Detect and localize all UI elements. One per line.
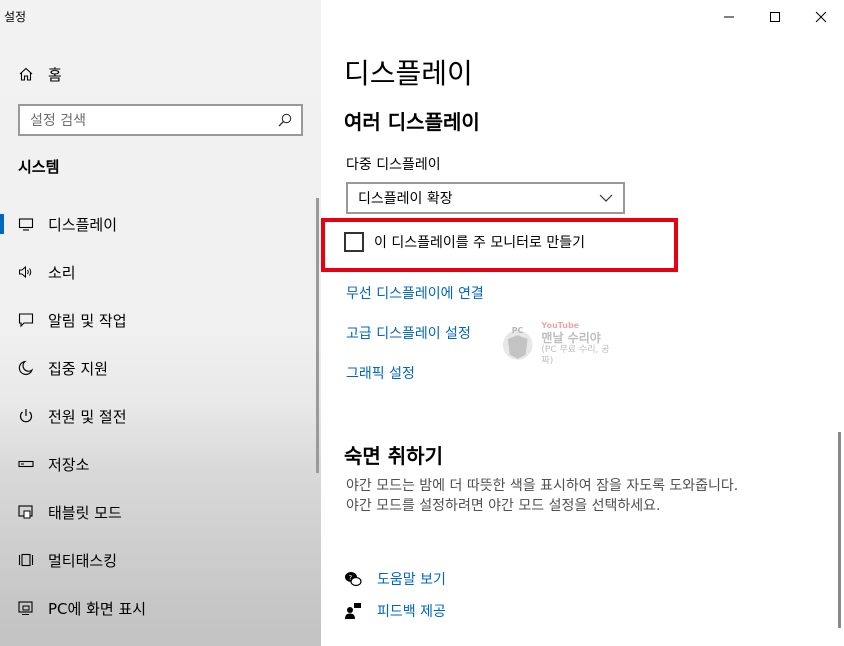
chevron-down-icon xyxy=(599,193,613,203)
maximize-icon xyxy=(770,12,780,22)
window-controls xyxy=(706,0,844,34)
sidebar-item-storage[interactable]: 저장소 xyxy=(0,444,321,484)
sidebar-item-label: 디스플레이 xyxy=(48,215,118,234)
sidebar-item-label: 태블릿 모드 xyxy=(48,503,122,522)
search-placeholder: 설정 검색 xyxy=(30,113,86,129)
monitor-icon xyxy=(18,216,34,232)
sleep-description: 야간 모드는 밤에 더 따뜻한 색을 표시하여 잠을 자도록 도와줍니다. 야간… xyxy=(346,476,826,516)
app-title: 설정 xyxy=(4,10,27,24)
close-icon xyxy=(815,11,827,23)
sidebar-item-label: 알림 및 작업 xyxy=(48,311,127,330)
main-display-checkbox-row[interactable]: 이 디스플레이를 주 모니터로 만들기 xyxy=(344,231,585,253)
notification-icon xyxy=(18,312,34,328)
sidebar-item-tablet-mode[interactable]: 태블릿 모드 xyxy=(0,492,321,532)
sidebar-item-project[interactable]: PC에 화면 표시 xyxy=(0,588,321,628)
sleep-heading: 숙면 취하기 xyxy=(344,444,443,468)
home-label: 홈 xyxy=(48,65,62,84)
advanced-display-link[interactable]: 고급 디스플레이 설정 xyxy=(346,323,471,343)
tablet-icon xyxy=(18,504,34,520)
watermark-name: 맨날 수리야 xyxy=(541,330,601,345)
sidebar-item-sound[interactable]: 소리 xyxy=(0,252,321,292)
main-display-checkbox[interactable] xyxy=(344,232,364,252)
svg-text:?: ? xyxy=(349,574,353,582)
minimize-icon xyxy=(724,16,734,18)
close-button[interactable] xyxy=(798,0,844,34)
page-title: 디스플레이 xyxy=(344,57,473,90)
sidebar-item-power[interactable]: 전원 및 절전 xyxy=(0,396,321,436)
section-title: 시스템 xyxy=(18,158,60,176)
sleep-description-line2: 야간 모드를 설정하려면 야간 모드 설정을 선택하세요. xyxy=(346,498,661,514)
wireless-display-link[interactable]: 무선 디스플레이에 연결 xyxy=(346,283,484,303)
sidebar-item-multitasking[interactable]: 멀티태스킹 xyxy=(0,540,321,580)
watermark-logo-icon: PC xyxy=(502,326,533,360)
svg-text:PC: PC xyxy=(512,326,524,335)
help-chat-icon: ? xyxy=(344,570,362,588)
moon-icon xyxy=(18,360,34,376)
watermark: PC YouTube 맨날 수리야 (PC 무료 수리, 공짜) xyxy=(500,318,620,368)
multi-display-dropdown[interactable]: 디스플레이 확장 xyxy=(346,182,625,214)
sidebar-item-label: 집중 지원 xyxy=(48,359,108,378)
multitasking-icon xyxy=(18,552,34,568)
sidebar-item-label: 소리 xyxy=(48,263,76,282)
watermark-youtube: YouTube xyxy=(541,320,580,330)
multi-display-heading: 여러 디스플레이 xyxy=(344,110,480,134)
sidebar-item-display[interactable]: 디스플레이 xyxy=(0,204,321,244)
sleep-description-line1: 야간 모드는 밤에 더 따뜻한 색을 표시하여 잠을 자도록 도와줍니다. xyxy=(346,478,739,494)
sidebar-item-focus-assist[interactable]: 집중 지원 xyxy=(0,348,321,388)
sidebar-item-label: PC에 화면 표시 xyxy=(48,599,147,618)
dropdown-value: 디스플레이 확장 xyxy=(358,191,453,207)
watermark-tagline: (PC 무료 수리, 공짜) xyxy=(541,344,610,366)
power-icon xyxy=(18,408,34,424)
feedback-link[interactable]: 피드백 제공 xyxy=(344,600,446,622)
project-icon xyxy=(18,600,34,616)
storage-icon xyxy=(18,456,34,472)
get-help-link[interactable]: ? 도움말 보기 xyxy=(344,568,446,590)
sidebar: 설정 홈 설정 검색 시스템 디스플레이 소리 알림 및 작업 집중 지원 전원… xyxy=(0,0,321,646)
speaker-icon xyxy=(18,264,34,280)
feedback-icon xyxy=(344,602,362,620)
multi-display-label: 다중 디스플레이 xyxy=(346,157,441,173)
feedback-label: 피드백 제공 xyxy=(377,604,446,620)
search-icon[interactable] xyxy=(277,112,293,128)
maximize-button[interactable] xyxy=(752,0,798,34)
settings-search-input[interactable]: 설정 검색 xyxy=(18,104,303,136)
home-nav-item[interactable]: 홈 xyxy=(18,62,62,86)
sidebar-item-label: 멀티태스킹 xyxy=(48,551,118,570)
home-icon xyxy=(18,66,34,82)
minimize-button[interactable] xyxy=(706,0,752,34)
content-scrollbar[interactable] xyxy=(838,432,841,628)
sidebar-scrollbar[interactable] xyxy=(316,198,319,473)
get-help-label: 도움말 보기 xyxy=(377,572,446,588)
sidebar-item-label: 저장소 xyxy=(48,455,90,474)
sidebar-item-notifications[interactable]: 알림 및 작업 xyxy=(0,300,321,340)
graphics-settings-link[interactable]: 그래픽 설정 xyxy=(346,363,415,383)
checkbox-label: 이 디스플레이를 주 모니터로 만들기 xyxy=(374,235,585,251)
sidebar-item-label: 전원 및 절전 xyxy=(48,407,127,426)
